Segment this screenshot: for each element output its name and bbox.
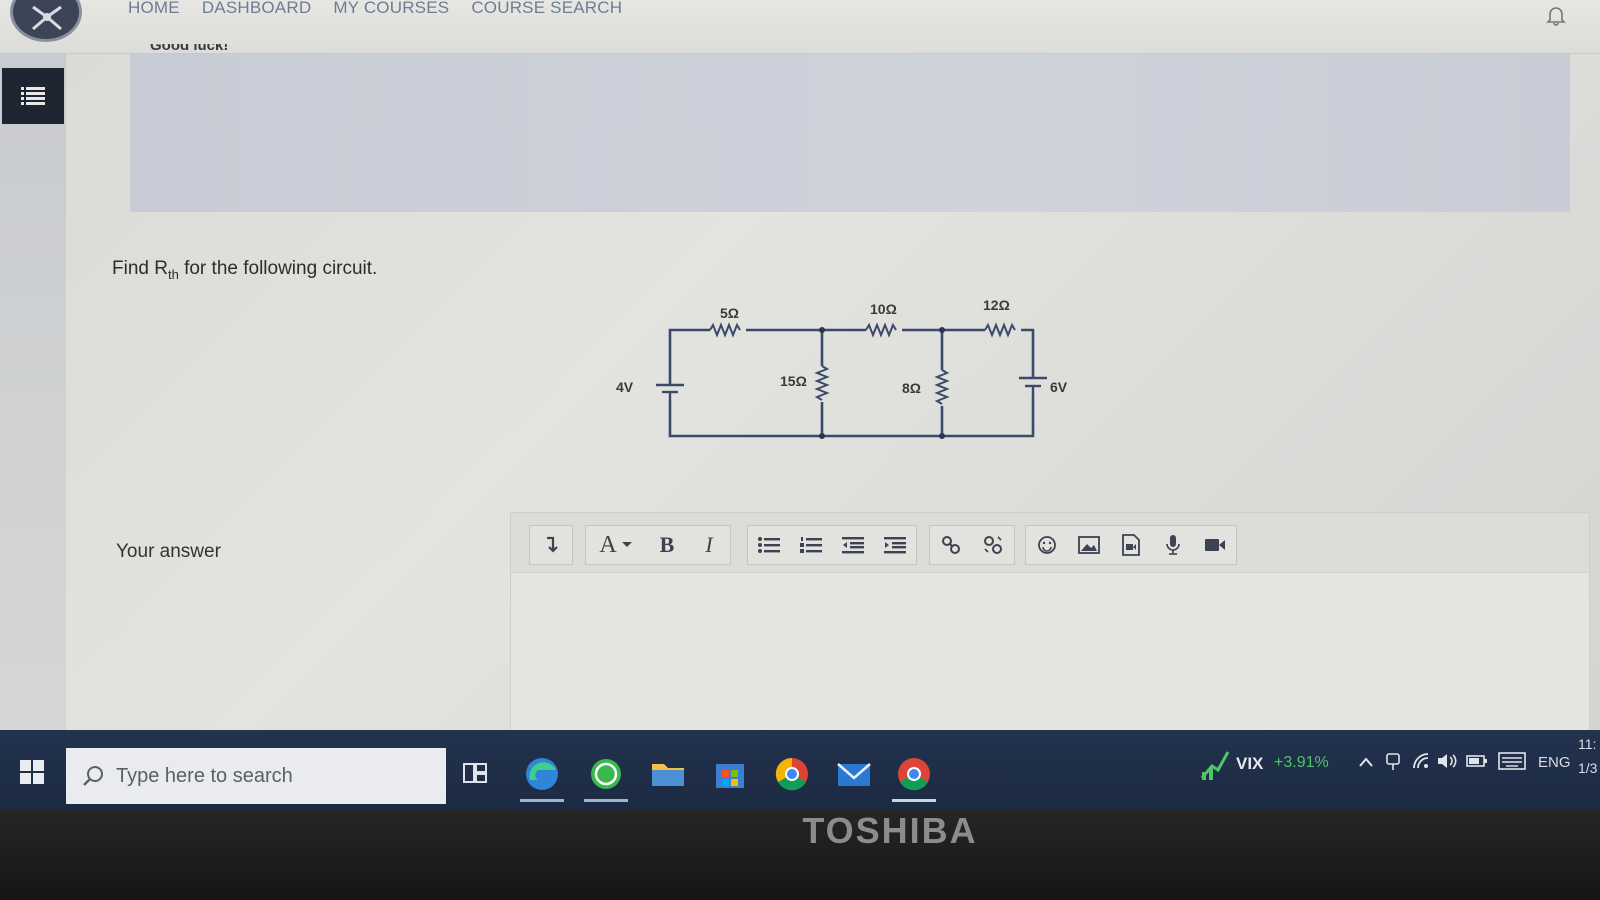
windows-taskbar: Type here to search VIX +3.91% ENG 11: 1… bbox=[0, 730, 1600, 810]
toolbar-group-format: A B I bbox=[585, 525, 731, 565]
toolbar-group-media bbox=[1025, 525, 1237, 565]
toolbar-group-expand bbox=[529, 525, 573, 565]
crest-icon bbox=[32, 5, 62, 31]
resistor-label-8: 8Ω bbox=[902, 380, 921, 396]
screen: HOME DASHBOARD MY COURSES COURSE SEARCH … bbox=[0, 0, 1600, 810]
nav-menu: HOME DASHBOARD MY COURSES COURSE SEARCH bbox=[128, 0, 622, 18]
chevron-up-icon[interactable] bbox=[1358, 756, 1374, 768]
file-explorer-icon[interactable] bbox=[646, 752, 690, 796]
unlink-icon bbox=[984, 536, 1002, 554]
bullet-list-button[interactable] bbox=[748, 526, 790, 564]
numbered-list-icon bbox=[800, 537, 822, 553]
vix-change: +3.91% bbox=[1274, 754, 1329, 771]
source-label-6v: 6V bbox=[1050, 379, 1068, 395]
emoji-button[interactable] bbox=[1026, 526, 1068, 564]
search-icon bbox=[83, 766, 103, 786]
whatsapp-app-icon[interactable] bbox=[584, 752, 628, 802]
indent-icon bbox=[884, 537, 906, 554]
vix-ticker[interactable]: VIX bbox=[1236, 754, 1263, 774]
expand-toolbar-button[interactable] bbox=[530, 526, 572, 564]
mail-app-icon[interactable] bbox=[832, 752, 876, 796]
nav-dashboard[interactable]: DASHBOARD bbox=[202, 0, 312, 18]
nav-my-courses[interactable]: MY COURSES bbox=[333, 0, 449, 18]
arrow-down-icon bbox=[547, 536, 558, 553]
resistor-label-5: 5Ω bbox=[720, 305, 739, 321]
nav-course-search[interactable]: COURSE SEARCH bbox=[471, 0, 622, 18]
image-icon bbox=[1078, 536, 1100, 554]
clock-date: 1/3 bbox=[1578, 760, 1598, 776]
chrome-app-icon[interactable] bbox=[770, 752, 814, 796]
smiley-icon bbox=[1038, 536, 1056, 554]
edge-app-icon[interactable] bbox=[520, 752, 564, 802]
outdent-icon bbox=[842, 537, 864, 554]
sidebar-toggle-button[interactable] bbox=[2, 68, 64, 124]
left-rail bbox=[0, 54, 66, 754]
microphone-icon bbox=[1166, 535, 1180, 555]
outdent-button[interactable] bbox=[832, 526, 874, 564]
search-placeholder: Type here to search bbox=[116, 764, 293, 787]
caret-down-icon bbox=[621, 542, 632, 547]
font-style-button[interactable]: A bbox=[586, 526, 646, 564]
toolbar-group-links bbox=[929, 525, 1015, 565]
battery-icon[interactable] bbox=[1466, 754, 1488, 768]
question-text: Find Rth for the following circuit. bbox=[112, 258, 378, 282]
chrome-profile-app-icon[interactable] bbox=[892, 752, 936, 802]
resistor-label-10: 10Ω bbox=[870, 301, 897, 317]
record-video-button[interactable] bbox=[1194, 526, 1236, 564]
answer-label: Your answer bbox=[116, 541, 221, 562]
bell-icon[interactable] bbox=[1546, 4, 1566, 26]
resistor-label-12: 12Ω bbox=[983, 297, 1010, 313]
laptop-brand-logo: TOSHIBA bbox=[802, 810, 978, 851]
editor-toolbar: A B I bbox=[511, 513, 1589, 573]
numbered-list-button[interactable] bbox=[790, 526, 832, 564]
site-logo[interactable] bbox=[10, 0, 82, 42]
meet-now-icon[interactable] bbox=[1385, 752, 1401, 772]
task-view-icon[interactable] bbox=[462, 760, 488, 786]
insert-image-button[interactable] bbox=[1068, 526, 1110, 564]
insert-link-button[interactable] bbox=[930, 526, 972, 564]
microsoft-store-icon[interactable] bbox=[708, 752, 752, 796]
list-icon bbox=[21, 87, 45, 105]
circuit-diagram: 5Ω 10Ω 12Ω 15Ω 8Ω 4V 6V bbox=[616, 297, 1068, 439]
bold-button[interactable]: B bbox=[646, 526, 688, 564]
resistor-label-15: 15Ω bbox=[780, 373, 807, 389]
italic-button[interactable]: I bbox=[688, 526, 730, 564]
answer-editor[interactable]: A B I bbox=[510, 512, 1590, 742]
taskbar-search-box[interactable]: Type here to search bbox=[66, 748, 446, 804]
header-banner bbox=[130, 54, 1570, 212]
stock-chart-icon bbox=[1200, 751, 1230, 780]
nav-home[interactable]: HOME bbox=[128, 0, 180, 18]
windows-start-icon[interactable] bbox=[20, 760, 44, 784]
link-icon bbox=[942, 536, 960, 554]
file-video-icon bbox=[1122, 534, 1140, 556]
toolbar-group-lists bbox=[747, 525, 917, 565]
wifi-icon[interactable] bbox=[1412, 752, 1430, 770]
bullet-list-icon bbox=[758, 537, 780, 553]
clock-time[interactable]: 11: bbox=[1578, 736, 1596, 752]
record-audio-button[interactable] bbox=[1152, 526, 1194, 564]
keyboard-icon[interactable] bbox=[1498, 752, 1526, 770]
source-label-4v: 4V bbox=[616, 379, 634, 395]
video-camera-icon bbox=[1205, 539, 1225, 551]
insert-media-button[interactable] bbox=[1110, 526, 1152, 564]
indent-button[interactable] bbox=[874, 526, 916, 564]
language-indicator[interactable]: ENG bbox=[1538, 754, 1571, 771]
remove-link-button[interactable] bbox=[972, 526, 1014, 564]
speaker-icon[interactable] bbox=[1436, 752, 1458, 770]
